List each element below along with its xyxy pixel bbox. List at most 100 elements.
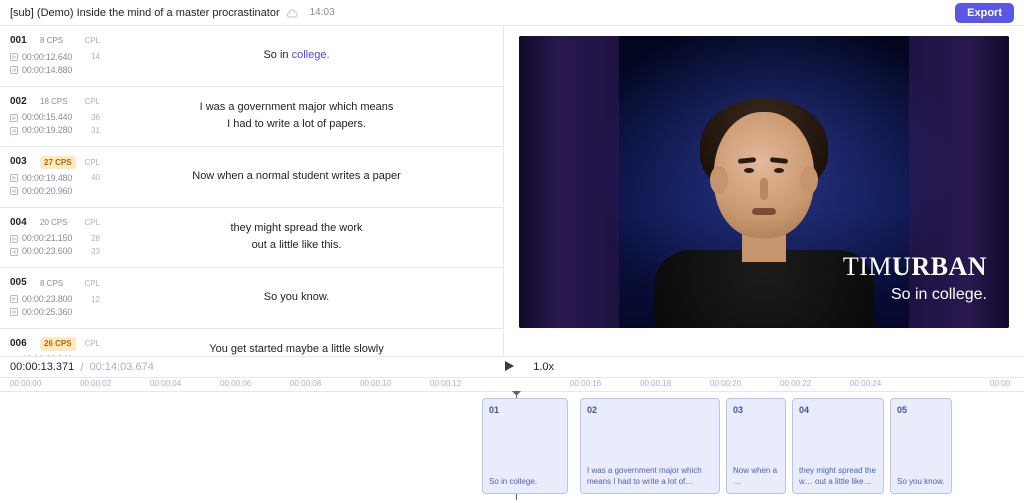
ruler-tick: 00:00:04 bbox=[150, 379, 181, 388]
subtitle-row[interactable]: 006 26 CPS CPL 00:00:26.840 37 00:00:29.… bbox=[0, 329, 503, 356]
row-index: 003 bbox=[10, 155, 34, 170]
subtitle-row[interactable]: 003 27 CPS CPL 00:00:19.480 40 00:00:20.… bbox=[0, 147, 503, 208]
row-text[interactable]: Now when a normal student writes a paper bbox=[100, 168, 493, 185]
cpl-label: CPL bbox=[84, 157, 100, 169]
playbar: 00:00:13.371 / 00:14:03.674 1.0x bbox=[0, 356, 1024, 378]
tc-out-icon bbox=[10, 308, 18, 316]
timeline-clip[interactable]: 03 Now when a … bbox=[726, 398, 786, 494]
play-button[interactable] bbox=[499, 356, 519, 379]
clip-text: So in college. bbox=[489, 477, 561, 487]
row-index: 004 bbox=[10, 216, 34, 231]
subtitle-row[interactable]: 004 20 CPS CPL 00:00:21.150 28 00:00:23.… bbox=[0, 208, 503, 269]
ruler-tick: 00:00:20 bbox=[710, 379, 741, 388]
playback-speed[interactable]: 1.0x bbox=[533, 361, 554, 373]
row-text[interactable]: So in college. bbox=[100, 47, 493, 64]
tc-in-icon bbox=[10, 235, 18, 243]
row-cps: 18 CPS bbox=[40, 96, 68, 108]
timeline-clip[interactable]: 01 So in college. bbox=[482, 398, 568, 494]
ruler-tick: 00:00: bbox=[990, 379, 1012, 388]
tc-in[interactable]: 00:00:23.800 bbox=[22, 293, 72, 306]
clip-text: they might spread the w… out a little li… bbox=[799, 466, 877, 487]
project-duration: 14:03 bbox=[310, 7, 335, 18]
row-cps: 8 CPS bbox=[40, 278, 63, 290]
current-time: 00:00:13.371 bbox=[10, 361, 74, 373]
cpl-label: CPL bbox=[84, 217, 100, 229]
clip-text: I was a government major which means I h… bbox=[587, 466, 713, 487]
cpl-label: CPL bbox=[84, 35, 100, 47]
row-cps: 27 CPS bbox=[40, 156, 76, 170]
row-meta: 004 20 CPS CPL 00:00:21.150 28 00:00:23.… bbox=[10, 216, 100, 259]
ruler-tick: 00:00:22 bbox=[780, 379, 811, 388]
tc-out[interactable]: 00:00:14.880 bbox=[22, 64, 72, 77]
tc-out[interactable]: 00:00:19.280 bbox=[22, 124, 72, 137]
ruler-tick: 00:00:02 bbox=[80, 379, 111, 388]
row-index: 006 bbox=[10, 337, 34, 352]
cpl-label: CPL bbox=[84, 278, 100, 290]
timeline-clip[interactable]: 05 So you know. bbox=[890, 398, 952, 494]
row-text[interactable]: You get started maybe a little slowlybut… bbox=[100, 341, 493, 356]
total-time: 00:14:03.674 bbox=[90, 361, 154, 373]
video-preview-pane: TIMURBAN So in college. bbox=[504, 26, 1024, 356]
ruler-tick: 00:00:12 bbox=[430, 379, 461, 388]
row-meta: 001 8 CPS CPL 00:00:12.640 14 00:00:14.8… bbox=[10, 34, 100, 77]
timeline[interactable]: 00:00:0000:00:0200:00:0400:00:0600:00:08… bbox=[0, 378, 1024, 503]
ruler-tick: 00:00:08 bbox=[290, 379, 321, 388]
tc-in[interactable]: 00:00:12.640 bbox=[22, 51, 72, 64]
ruler-tick: 00:00:00 bbox=[10, 379, 41, 388]
ruler-tick: 00:00:24 bbox=[850, 379, 881, 388]
timeline-track[interactable]: 01 So in college.02 I was a government m… bbox=[0, 392, 1024, 500]
cpl-label: CPL bbox=[84, 96, 100, 108]
tc-in-icon bbox=[10, 174, 18, 182]
tc-in[interactable]: 00:00:21.150 bbox=[22, 232, 72, 245]
row-index: 002 bbox=[10, 95, 34, 110]
row-meta: 006 26 CPS CPL 00:00:26.840 37 00:00:29.… bbox=[10, 337, 100, 356]
timeline-clip[interactable]: 02 I was a government major which means … bbox=[580, 398, 720, 494]
tc-out-icon bbox=[10, 66, 18, 74]
cloud-sync-icon bbox=[286, 8, 298, 18]
timeline-ruler[interactable]: 00:00:00 00:00:02 00:00:04 00:00:06 00:00:08… bbox=[0, 378, 1024, 392]
tc-out[interactable]: 00:00:23.600 bbox=[22, 245, 72, 258]
ruler-tick: 00:00:06 bbox=[220, 379, 251, 388]
clip-index: 03 bbox=[733, 405, 779, 415]
ruler-tick: 00:00:10 bbox=[360, 379, 391, 388]
tc-in-icon bbox=[10, 295, 18, 303]
tc-in-icon bbox=[10, 53, 18, 61]
speaker-name-overlay: TIMURBAN bbox=[843, 252, 987, 282]
video-preview[interactable]: TIMURBAN So in college. bbox=[519, 36, 1009, 328]
cpl-label: CPL bbox=[84, 338, 100, 350]
ruler-tick: 00:00:18 bbox=[640, 379, 671, 388]
clip-index: 05 bbox=[897, 405, 945, 415]
project-title: [sub] (Demo) Inside the mind of a master… bbox=[10, 7, 280, 19]
row-meta: 003 27 CPS CPL 00:00:19.480 40 00:00:20.… bbox=[10, 155, 100, 198]
ruler-tick: 00:00:16 bbox=[570, 379, 601, 388]
tc-out-icon bbox=[10, 127, 18, 135]
row-cps: 8 CPS bbox=[40, 35, 63, 47]
row-meta: 002 18 CPS CPL 00:00:15.440 36 00:00:19.… bbox=[10, 95, 100, 138]
tc-in[interactable]: 00:00:19.480 bbox=[22, 172, 72, 185]
row-cps: 20 CPS bbox=[40, 217, 68, 229]
subtitle-row[interactable]: 001 8 CPS CPL 00:00:12.640 14 00:00:14.8… bbox=[0, 26, 503, 87]
tc-in[interactable]: 00:00:15.440 bbox=[22, 111, 72, 124]
tc-out[interactable]: 00:00:25.360 bbox=[22, 306, 72, 319]
clip-text: So you know. bbox=[897, 477, 945, 487]
main-split: 001 8 CPS CPL 00:00:12.640 14 00:00:14.8… bbox=[0, 26, 1024, 356]
subtitle-rows-scroll[interactable]: 001 8 CPS CPL 00:00:12.640 14 00:00:14.8… bbox=[0, 26, 503, 356]
clip-text: Now when a … bbox=[733, 466, 779, 487]
clip-index: 04 bbox=[799, 405, 877, 415]
row-text[interactable]: So you know. bbox=[100, 289, 493, 306]
tc-in[interactable]: 00:00:26.840 bbox=[22, 353, 72, 356]
timeline-clip[interactable]: 04 they might spread the w… out a little… bbox=[792, 398, 884, 494]
row-text[interactable]: I was a government major which meansI ha… bbox=[100, 99, 493, 133]
tc-out-icon bbox=[10, 248, 18, 256]
row-text[interactable]: they might spread the workout a little l… bbox=[100, 220, 493, 254]
clip-index: 02 bbox=[587, 405, 713, 415]
row-index: 005 bbox=[10, 276, 34, 291]
subtitle-row[interactable]: 005 8 CPS CPL 00:00:23.800 12 00:00:25.3… bbox=[0, 268, 503, 329]
row-meta: 005 8 CPS CPL 00:00:23.800 12 00:00:25.3… bbox=[10, 276, 100, 319]
current-caption-overlay: So in college. bbox=[891, 286, 987, 304]
tc-out[interactable]: 00:00:20.960 bbox=[22, 185, 72, 198]
time-separator: / bbox=[80, 360, 83, 374]
tc-out-icon bbox=[10, 187, 18, 195]
export-button[interactable]: Export bbox=[955, 3, 1014, 23]
subtitle-row[interactable]: 002 18 CPS CPL 00:00:15.440 36 00:00:19.… bbox=[0, 87, 503, 148]
